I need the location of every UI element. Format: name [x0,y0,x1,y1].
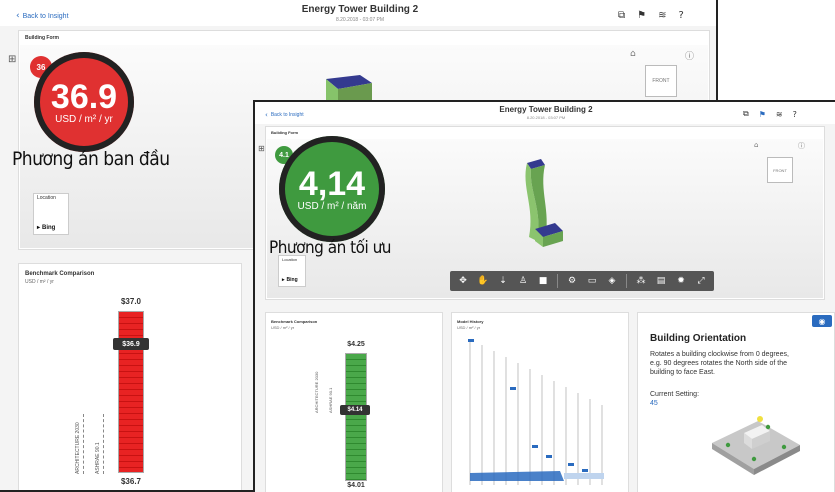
current-setting-value[interactable]: 45 [650,400,658,409]
info-icon[interactable]: ⓘ [685,49,694,62]
home-icon[interactable]: ⌂ [754,141,758,149]
page-timestamp: 8.20.2018 - 03:07 PM [335,17,385,23]
eui-score-circle: 36.9 USD / m² / yr [34,52,134,152]
section-icon[interactable]: ▭ [583,273,601,289]
current-value-tag: $4.14 [340,405,370,415]
orientation-title: Building Orientation [650,333,747,344]
home-icon[interactable]: ⌂ [630,49,636,59]
model-history-unit: USD / m² / yr [457,325,481,330]
model-history-chart [468,339,604,485]
flag-icon[interactable]: ⚑ [637,10,646,21]
panel-title: Building Form [25,35,59,41]
info-icon[interactable]: ⓘ [798,141,805,151]
header-toolbar: ⧉ ⚑ ≋ ? [743,109,797,119]
model-history-panel: Model History USD / m² / yr [451,312,629,492]
orientation-description: Rotates a building clockwise from 0 degr… [650,351,789,376]
bing-logo: ▸ Bing [282,277,298,283]
eui-score-circle: 4,14 USD / m² / năm [279,136,385,242]
score-unit: USD / m² / yr [55,113,113,125]
benchmark-line-b [103,414,104,474]
pan-icon[interactable]: ✋ [474,273,492,289]
location-card[interactable]: Location ▸ Bing [278,255,306,287]
help-icon[interactable]: ? [793,110,797,119]
location-card[interactable]: Location ▸ Bing [33,193,69,235]
model-history-title: Model History [457,319,484,324]
layers-icon[interactable]: ≋ [658,10,666,21]
title-bar: ‹ Back to Insight Energy Tower Building … [255,102,835,124]
orientation-preview [712,416,800,475]
current-setting-label: Current Setting: [650,391,700,398]
benchmark-panel: Benchmark Comparison USD / m² / yr $37.0… [18,263,242,490]
benchmark-unit: USD / m² / yr [25,279,54,285]
architecture-2030-label: ARCHITECTURE 2030 [314,371,319,413]
title-bar: ‹ Back to Insight Energy Tower Building … [0,0,716,26]
fullscreen-icon[interactable]: ⤢ [692,273,710,289]
bing-logo: ▸ Bing [37,224,56,232]
building-model [525,159,563,247]
view-cube[interactable]: FRONT [767,157,793,183]
walk-icon[interactable]: ♙ [514,273,532,289]
view-cube[interactable]: FRONT [645,65,677,97]
header-toolbar: ⧉ ⚑ ≋ ? [618,10,684,21]
camera-icon[interactable]: ■ [534,273,552,289]
page-title: Energy Tower Building 2 [301,4,419,15]
properties-icon[interactable]: ▤ [652,273,670,289]
grid-menu-icon[interactable]: ⊞ [258,144,265,153]
score-value: 36.9 [50,77,118,116]
ashrae-label: ASHRAE 90.1 [328,387,333,413]
building-orientation-panel: ◉ Building Orientation Rotates a buildin… [637,312,835,492]
location-label: Location [37,195,56,201]
ashrae-label: ASHRAE 90.1 [95,442,101,474]
settings-icon[interactable]: ✹ [672,273,690,289]
zoom-icon[interactable]: ⇣ [494,273,512,289]
cost-bar [118,311,144,473]
score-value: 4,14 [298,164,366,203]
benchmark-unit: USD / m² / yr [271,325,295,330]
layers-icon[interactable]: ≋ [776,110,783,119]
back-link-label: Back to Insight [22,12,69,20]
bar-bottom-value: $36.7 [120,477,142,486]
grid-menu-icon[interactable]: ⊞ [8,54,16,65]
eye-icon[interactable]: ◉ [812,315,832,327]
benchmark-title: Benchmark Comparison [25,271,95,277]
panel-title: Building Form [271,130,299,135]
bar-top-value: $37.0 [120,297,142,306]
cost-bar [345,353,367,481]
back-to-insight-link[interactable]: ‹ Back to Insight [16,11,69,21]
chevron-left-icon: ‹ [16,11,20,21]
current-value-tag: $36.9 [113,338,149,350]
page-timestamp: 8.20.2018 - 03:07 PM [526,115,566,120]
back-link-label: Back to Insight [270,112,304,118]
score-unit: USD / m² / năm [297,200,367,212]
back-to-insight-link[interactable]: ‹ Back to Insight [265,111,304,119]
bar-top-value: $4.25 [347,341,365,348]
measure-icon[interactable]: ⚙ [563,273,581,289]
explode-icon[interactable]: ◈ [603,273,621,289]
benchmark-title: Benchmark Comparison [271,319,318,324]
bar-bottom-value: $4.01 [347,482,365,489]
help-icon[interactable]: ? [679,10,684,21]
compare-icon[interactable]: ⧉ [743,109,749,119]
benchmark-line-a [83,414,84,474]
optimized-design-caption: Phương án tối ưu [269,238,392,258]
original-design-caption: Phương án ban đầu [12,148,170,170]
chevron-left-icon: ‹ [265,111,268,119]
flag-icon[interactable]: ⚑ [759,110,766,119]
architecture-2030-label: ARCHITECTURE 2030 [75,422,81,474]
compare-icon[interactable]: ⧉ [618,10,625,21]
orbit-icon[interactable]: ✥ [454,273,472,289]
page-title: Energy Tower Building 2 [499,105,593,114]
model-browser-icon[interactable]: ⁂ [632,273,650,289]
viewport-toolbar: ✥ ✋ ⇣ ♙ ■ ⚙ ▭ ◈ ⁂ ▤ ✹ ⤢ [450,271,714,291]
optimized-design-window: ‹ Back to Insight Energy Tower Building … [253,100,835,492]
benchmark-panel: Benchmark Comparison USD / m² / yr $4.25… [265,312,443,492]
